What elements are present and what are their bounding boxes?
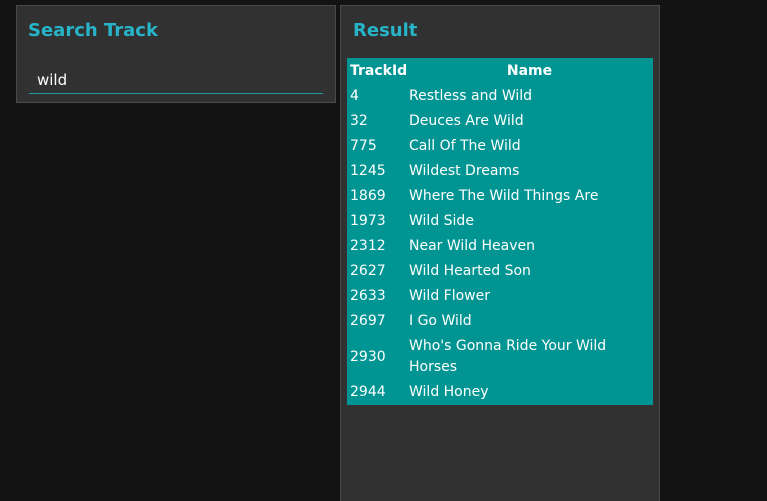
track-id-cell: 2930 (350, 348, 386, 365)
track-name-cell: I Go Wild (409, 313, 472, 329)
track-name-cell: Near Wild Heaven (409, 238, 536, 254)
track-id-cell: 775 (350, 138, 377, 154)
track-id-cell: 2312 (350, 238, 386, 254)
table-row[interactable]: 32 Deuces Are Wild (347, 109, 653, 134)
table-row[interactable]: 2944 Wild Honey (347, 380, 653, 405)
table-row[interactable]: 2697 I Go Wild (347, 309, 653, 334)
track-id-cell: 2944 (350, 384, 386, 400)
search-input[interactable] (29, 66, 323, 94)
track-name-cell: Wild Side (409, 213, 474, 229)
table-row[interactable]: 2633 Wild Flower (347, 284, 653, 309)
track-id-cell: 32 (350, 113, 368, 129)
track-id-cell: 1869 (350, 188, 386, 204)
result-panel-title: Result (353, 20, 418, 41)
track-name-cell: Call Of The Wild (409, 138, 521, 154)
track-name-cell: Wild Flower (409, 288, 490, 304)
search-panel: Search Track (16, 5, 336, 103)
table-row[interactable]: 2312 Near Wild Heaven (347, 234, 653, 259)
track-id-cell: 4 (350, 88, 359, 104)
track-id-cell: 2627 (350, 263, 386, 279)
table-row[interactable]: 4 Restless and Wild (347, 84, 653, 109)
track-id-cell: 1973 (350, 213, 386, 229)
table-row[interactable]: 1869 Where The Wild Things Are (347, 184, 653, 209)
track-name-cell: Where The Wild Things Are (409, 188, 599, 204)
result-panel: Result TrackId Name 4 Restless and Wild (340, 5, 660, 501)
table-row[interactable]: 2930 Who's Gonna Ride Your Wild Horses (347, 334, 653, 380)
track-name-cell: Wildest Dreams (409, 163, 520, 179)
table-row[interactable]: 775 Call Of The Wild (347, 134, 653, 159)
track-name-cell: Wild Honey (409, 384, 489, 400)
column-header-trackid: TrackId (350, 63, 408, 79)
track-id-cell: 1245 (350, 163, 386, 179)
table-row[interactable]: 1973 Wild Side (347, 209, 653, 234)
track-name-cell: Wild Hearted Son (409, 263, 531, 279)
search-panel-title: Search Track (28, 20, 158, 41)
column-header-name: Name (506, 63, 553, 79)
table-header-row: TrackId Name (347, 58, 653, 84)
track-name-cell: Deuces Are Wild (409, 113, 524, 129)
app-root: Search Track Result TrackId Name 4 Restl… (0, 0, 767, 501)
track-name-cell: Restless and Wild (409, 88, 533, 104)
track-id-cell: 2697 (350, 313, 386, 329)
track-name-cell: Who's Gonna Ride Your Wild Horses (409, 338, 607, 375)
table-row[interactable]: 1245 Wildest Dreams (347, 159, 653, 184)
track-id-cell: 2633 (350, 288, 386, 304)
results-table-container: TrackId Name 4 Restless and Wild 32 Deuc… (347, 58, 653, 405)
table-row[interactable]: 2627 Wild Hearted Son (347, 259, 653, 284)
results-table: TrackId Name 4 Restless and Wild 32 Deuc… (347, 58, 653, 405)
